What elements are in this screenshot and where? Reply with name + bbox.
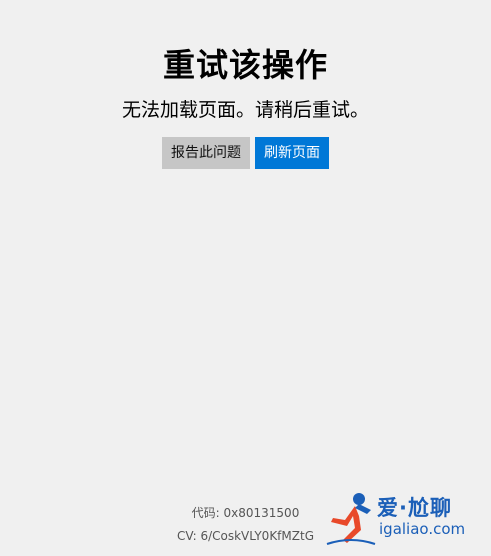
action-buttons: 报告此问题 刷新页面	[0, 137, 491, 169]
refresh-page-button[interactable]: 刷新页面	[255, 137, 329, 169]
error-page: 重试该操作 无法加载页面。请稍后重试。 报告此问题 刷新页面 代码: 0x801…	[0, 0, 491, 556]
report-problem-button[interactable]: 报告此问题	[162, 137, 250, 169]
error-message: 无法加载页面。请稍后重试。	[121, 99, 369, 121]
running-figure-icon	[326, 493, 376, 545]
page-title: 重试该操作	[162, 46, 328, 84]
watermark-url: igaliao.com	[379, 520, 466, 538]
watermark-brand: 爱·尬聊	[377, 496, 452, 520]
watermark-logo: 爱·尬聊 igaliao.com	[325, 490, 485, 548]
